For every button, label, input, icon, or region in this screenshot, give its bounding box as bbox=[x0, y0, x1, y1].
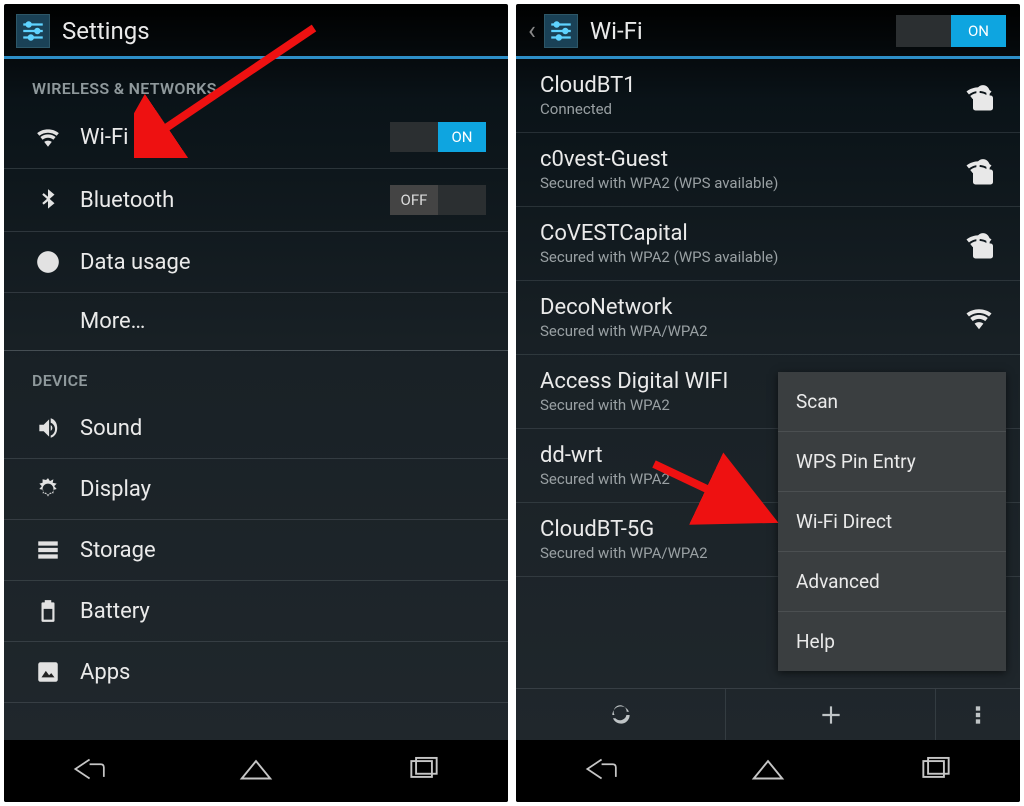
settings-list: WIRELESS & NETWORKS Wi-Fi ON Bluetooth O… bbox=[4, 59, 508, 740]
battery-icon bbox=[34, 597, 62, 625]
page-title: Wi-Fi bbox=[590, 17, 884, 45]
row-data-usage[interactable]: Data usage bbox=[4, 232, 508, 293]
row-storage[interactable]: Storage bbox=[4, 520, 508, 581]
row-display[interactable]: Display bbox=[4, 459, 508, 520]
action-bar bbox=[516, 688, 1020, 740]
navigation-bar bbox=[516, 740, 1020, 802]
wifi-status: Connected bbox=[540, 100, 998, 118]
menu-advanced[interactable]: Advanced bbox=[778, 552, 1006, 612]
wifi-network-item[interactable]: CloudBT1 Connected bbox=[516, 59, 1020, 133]
row-sound[interactable]: Sound bbox=[4, 398, 508, 459]
wifi-status: Secured with WPA/WPA2 bbox=[540, 322, 998, 340]
navigation-bar bbox=[4, 740, 508, 802]
wifi-signal-icon bbox=[964, 229, 994, 259]
row-apps[interactable]: Apps bbox=[4, 642, 508, 703]
nav-recents-button[interactable] bbox=[917, 753, 955, 789]
add-network-button[interactable] bbox=[726, 689, 936, 740]
row-label: Battery bbox=[80, 599, 486, 624]
page-title: Settings bbox=[62, 17, 494, 45]
row-bluetooth[interactable]: Bluetooth OFF bbox=[4, 169, 508, 232]
row-label: Bluetooth bbox=[80, 188, 372, 213]
row-battery[interactable]: Battery bbox=[4, 581, 508, 642]
bluetooth-icon bbox=[34, 186, 62, 214]
back-chevron-icon[interactable]: ‹ bbox=[528, 16, 536, 46]
menu-wps-pin-entry[interactable]: WPS Pin Entry bbox=[778, 432, 1006, 492]
wifi-ssid: c0vest-Guest bbox=[540, 147, 998, 172]
section-device: DEVICE bbox=[4, 351, 508, 398]
wifi-status: Secured with WPA2 (WPS available) bbox=[540, 174, 998, 192]
toggle-off-label: OFF bbox=[390, 185, 438, 215]
row-label: More… bbox=[80, 309, 486, 334]
toggle-on-label: ON bbox=[438, 122, 486, 152]
wifi-ssid: CloudBT1 bbox=[540, 73, 998, 98]
toggle-on-label: ON bbox=[951, 15, 1006, 47]
nav-back-button[interactable] bbox=[69, 753, 107, 789]
refresh-button[interactable] bbox=[516, 689, 726, 740]
wifi-ssid: DecoNetwork bbox=[540, 295, 998, 320]
nav-home-button[interactable] bbox=[237, 753, 275, 789]
lock-icon bbox=[968, 83, 998, 113]
row-more[interactable]: More… bbox=[4, 293, 508, 351]
settings-icon[interactable] bbox=[544, 14, 578, 48]
menu-help[interactable]: Help bbox=[778, 612, 1006, 671]
settings-icon bbox=[16, 14, 50, 48]
wifi-status: Secured with WPA2 (WPS available) bbox=[540, 248, 998, 266]
wifi-ssid: CoVESTCapital bbox=[540, 221, 998, 246]
lock-icon bbox=[968, 157, 998, 187]
wifi-signal-icon bbox=[964, 303, 994, 333]
menu-scan[interactable]: Scan bbox=[778, 372, 1006, 432]
menu-wifi-direct[interactable]: Wi-Fi Direct bbox=[778, 492, 1006, 552]
bluetooth-toggle[interactable]: OFF bbox=[390, 185, 486, 215]
nav-home-button[interactable] bbox=[749, 753, 787, 789]
row-label: Apps bbox=[80, 660, 486, 685]
settings-screen: Settings WIRELESS & NETWORKS Wi-Fi ON Bl… bbox=[4, 4, 508, 802]
row-label: Wi-Fi bbox=[80, 125, 372, 150]
wifi-signal-icon bbox=[964, 81, 994, 111]
wifi-network-item[interactable]: CoVESTCapital Secured with WPA2 (WPS ava… bbox=[516, 207, 1020, 281]
row-label: Storage bbox=[80, 538, 486, 563]
wifi-network-item[interactable]: DecoNetwork Secured with WPA/WPA2 bbox=[516, 281, 1020, 355]
apps-icon bbox=[34, 658, 62, 686]
section-wireless-networks: WIRELESS & NETWORKS bbox=[4, 59, 508, 106]
wifi-signal-icon bbox=[964, 155, 994, 185]
storage-icon bbox=[34, 536, 62, 564]
wifi-icon bbox=[34, 123, 62, 151]
header: Settings bbox=[4, 4, 508, 59]
header: ‹ Wi-Fi ON bbox=[516, 4, 1020, 59]
wifi-screen: ‹ Wi-Fi ON CloudBT1 Connected c0vest-Gue… bbox=[516, 4, 1020, 802]
wifi-network-item[interactable]: c0vest-Guest Secured with WPA2 (WPS avai… bbox=[516, 133, 1020, 207]
row-label: Display bbox=[80, 477, 486, 502]
row-wifi[interactable]: Wi-Fi ON bbox=[4, 106, 508, 169]
display-icon bbox=[34, 475, 62, 503]
overflow-menu: Scan WPS Pin Entry Wi-Fi Direct Advanced… bbox=[778, 372, 1006, 671]
wifi-master-toggle[interactable]: ON bbox=[896, 15, 1006, 47]
data-usage-icon bbox=[34, 248, 62, 276]
lock-icon bbox=[968, 231, 998, 261]
overflow-menu-button[interactable] bbox=[936, 689, 1020, 740]
wifi-toggle[interactable]: ON bbox=[390, 122, 486, 152]
row-label: Sound bbox=[80, 416, 486, 441]
sound-icon bbox=[34, 414, 62, 442]
nav-back-button[interactable] bbox=[581, 753, 619, 789]
nav-recents-button[interactable] bbox=[405, 753, 443, 789]
row-label: Data usage bbox=[80, 250, 486, 275]
